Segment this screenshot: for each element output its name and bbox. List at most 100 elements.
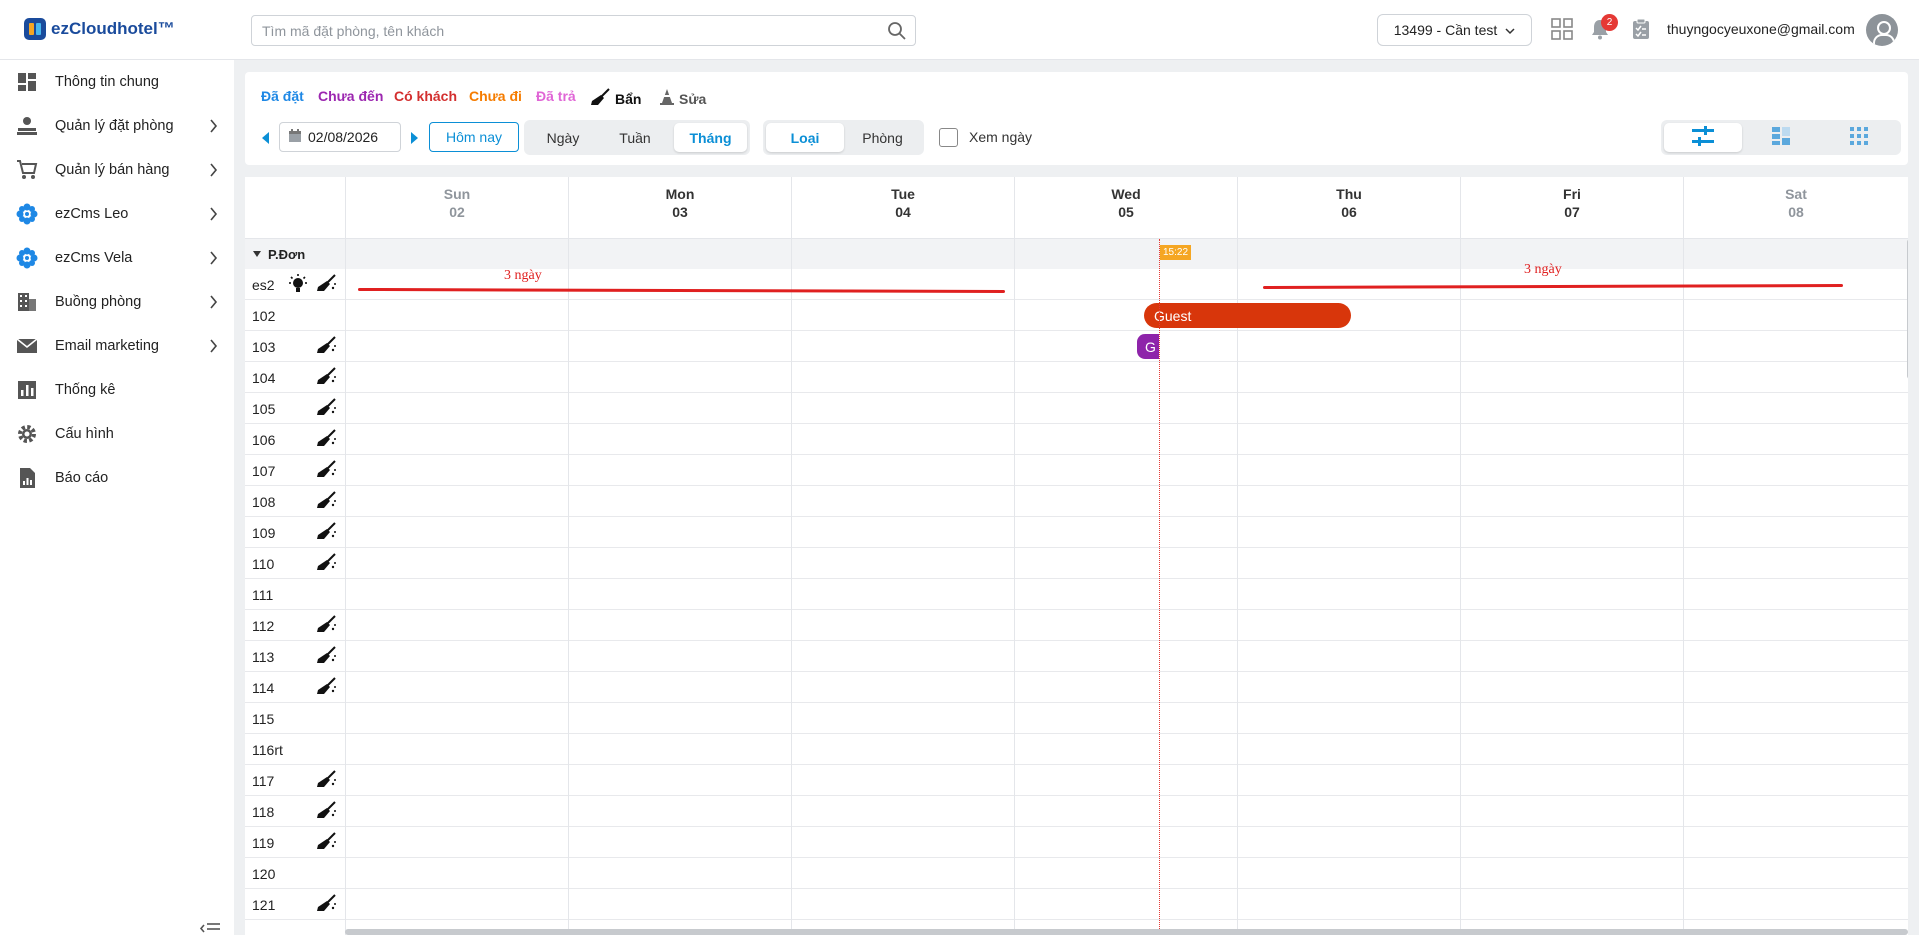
next-date-button[interactable] [411,132,418,144]
calendar-toolbar: Đã đặt Chưa đến Có khách Chưa đi Đã trả … [245,72,1908,165]
hotel-select-value: 13499 - Cần test [1393,22,1498,38]
room-row[interactable]: 110 [245,548,1908,579]
booking-icon [16,115,38,137]
prev-date-button[interactable] [262,132,269,144]
room-row[interactable]: 105 [245,393,1908,424]
day-date: 02 [449,204,465,220]
sidebar-item-label: Thống kê [55,382,116,398]
room-name: es2 [252,277,275,293]
sidebar-item-reports[interactable]: Báo cáo [0,456,234,500]
current-time-tag: 15:22 [1160,245,1192,260]
room-row[interactable]: 113 [245,641,1908,672]
chevron-down-icon [1505,22,1515,38]
room-name: 104 [252,370,276,386]
sidebar-item-label: ezCms Leo [55,206,129,222]
dashboard-icon [16,71,38,93]
day-header-thu[interactable]: Thu 06 [1237,177,1460,239]
room-row[interactable]: 108 [245,486,1908,517]
sidebar-item-label: Quản lý bán hàng [55,162,170,178]
timeline-view-button[interactable] [1664,123,1742,152]
tab-room[interactable]: Phòng [844,123,921,152]
search-icon[interactable] [887,21,907,44]
tab-week[interactable]: Tuần [599,123,671,152]
day-header-fri[interactable]: Fri 07 [1460,177,1683,239]
sidebar-item-housekeeping[interactable]: Buồng phòng [0,280,234,324]
vertical-scrollbar[interactable] [1907,239,1908,379]
sidebar-item-email-marketing[interactable]: Email marketing [0,324,234,368]
tab-month[interactable]: Tháng [674,123,747,152]
board-view-button[interactable] [1742,123,1820,152]
room-row[interactable]: 115 [245,703,1908,734]
today-button[interactable]: Hôm nay [429,122,519,152]
sidebar-item-general[interactable]: Thông tin chung [0,60,234,104]
room-name: 110 [252,556,275,572]
booking-bar[interactable]: G [1137,334,1159,359]
hotel-select[interactable]: 13499 - Cần test [1377,14,1532,46]
sidebar-item-sales[interactable]: Quản lý bán hàng [0,148,234,192]
mail-icon [16,335,38,357]
room-name: 113 [252,649,275,665]
logo[interactable]: ezCloudhotel™ [24,18,175,40]
horizontal-scrollbar[interactable] [345,929,1908,935]
caret-down-icon[interactable] [253,251,261,257]
sidebar-item-label: Quản lý đặt phòng [55,118,174,134]
apps-grid-icon[interactable] [1551,18,1573,43]
collapse-sidebar-icon[interactable] [199,922,221,935]
room-row[interactable]: 107 [245,455,1908,486]
sidebar-item-settings[interactable]: Cấu hình [0,412,234,456]
day-date: 06 [1341,204,1357,220]
view-day-checkbox[interactable] [939,128,958,147]
room-row[interactable]: 117 [245,765,1908,796]
room-row[interactable]: 120 [245,858,1908,889]
broom-icon [315,398,337,419]
room-row[interactable]: 102 [245,300,1908,331]
day-header-mon[interactable]: Mon 03 [568,177,791,239]
sidebar-item-ezcms-leo[interactable]: ezCms Leo [0,192,234,236]
day-header-sat[interactable]: Sat 08 [1683,177,1908,239]
search-input[interactable] [252,16,872,45]
date-value: 02/08/2026 [308,129,379,145]
chevron-right-icon [209,207,218,224]
room-name: 115 [252,711,275,727]
room-row[interactable]: 116rt [245,734,1908,765]
column-divider [1683,239,1684,935]
traffic-cone-icon [659,88,675,109]
room-row[interactable]: 114 [245,672,1908,703]
avatar[interactable] [1866,14,1898,46]
date-picker[interactable]: 02/08/2026 [279,122,401,152]
broom-icon [315,801,337,822]
room-row[interactable]: 109 [245,517,1908,548]
sidebar-item-statistics[interactable]: Thống kê [0,368,234,412]
broom-icon [315,522,337,543]
legend-booked: Đã đặt [261,88,304,104]
sidebar-item-label: Cấu hình [55,426,114,442]
tab-type[interactable]: Loại [766,123,844,152]
room-row[interactable]: 104 [245,362,1908,393]
chart-icon [16,379,38,401]
room-name: 111 [252,587,274,603]
room-row[interactable]: 119 [245,827,1908,858]
day-header-sun[interactable]: Sun 02 [345,177,568,239]
clipboard-icon[interactable] [1632,18,1650,43]
annotation-text: 3 ngày [504,268,542,283]
legend-dirty-label: Bẩn [615,90,642,107]
room-row[interactable]: 103 [245,331,1908,362]
room-calendar: Sun 02 Mon 03 Tue 04 Wed 05 Thu 06 Fri 0… [245,177,1908,935]
room-row[interactable]: 112 [245,610,1908,641]
user-email[interactable]: thuyngocyeuxone@gmail.com [1667,21,1855,37]
sidebar-item-booking[interactable]: Quản lý đặt phòng [0,104,234,148]
day-header-tue[interactable]: Tue 04 [791,177,1014,239]
room-row[interactable]: 111 [245,579,1908,610]
tab-day[interactable]: Ngày [527,123,599,152]
chevron-right-icon [209,163,218,180]
sidebar-item-ezcms-vela[interactable]: ezCms Vela [0,236,234,280]
room-row[interactable]: 106 [245,424,1908,455]
room-row[interactable]: 121 [245,889,1908,920]
grid-view-button[interactable] [1820,123,1898,152]
broom-icon [315,491,337,512]
booking-bar[interactable]: Guest [1144,303,1351,328]
day-header-wed[interactable]: Wed 05 [1014,177,1237,239]
room-row[interactable]: 118 [245,796,1908,827]
room-group-row[interactable]: P.Đơn [245,239,1908,269]
room-name: 102 [252,308,276,324]
